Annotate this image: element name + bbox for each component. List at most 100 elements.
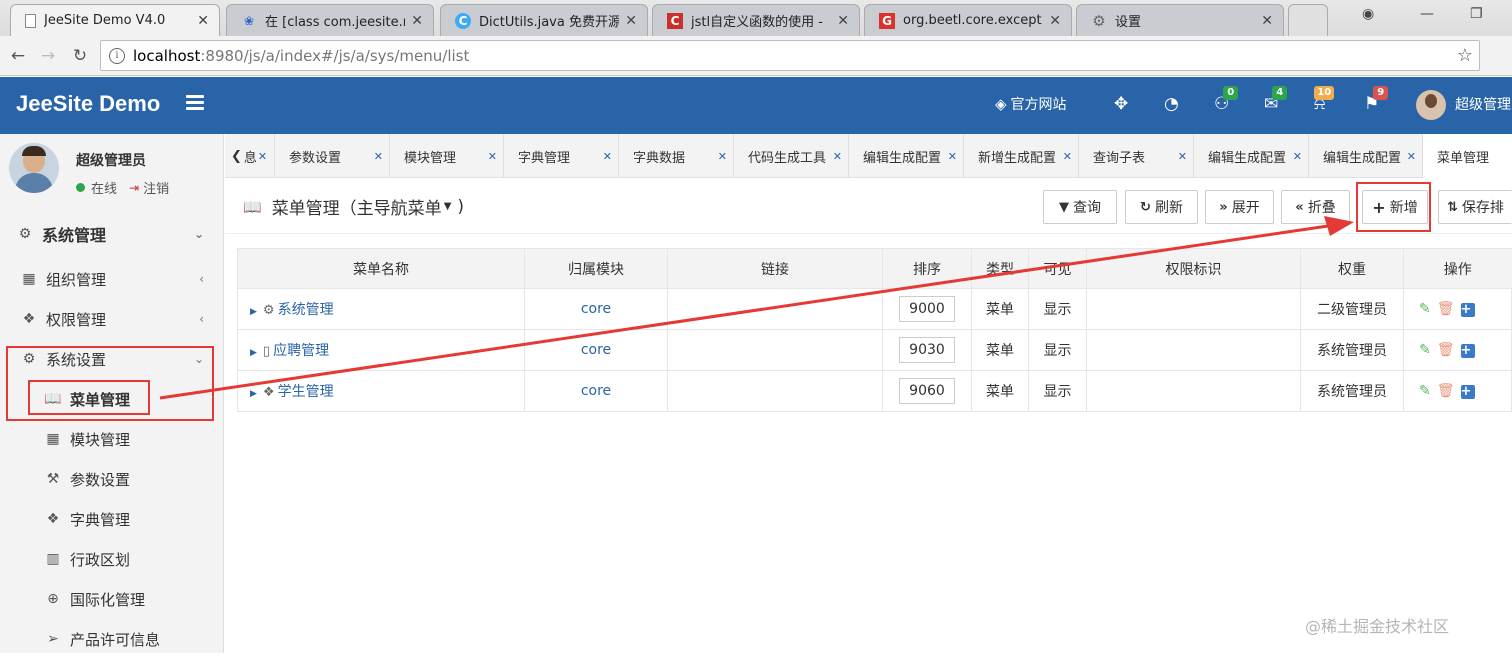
menu-name-link[interactable]: 系统管理 — [278, 302, 334, 318]
forward-icon[interactable]: → — [36, 44, 60, 68]
menu-name-link[interactable]: 学生管理 — [278, 384, 334, 400]
menu-name-link[interactable]: 应聘管理 — [273, 343, 329, 359]
tab-edit-gen-config[interactable]: 编辑生成配置 ✕ — [849, 134, 964, 178]
restore-icon[interactable]: ❐ — [1470, 6, 1483, 22]
tab-edit-gen-config-3[interactable]: 编辑生成配置 ✕ — [1309, 134, 1423, 178]
close-icon[interactable]: ✕ — [374, 150, 383, 163]
menu-toggle-icon[interactable] — [186, 95, 204, 111]
delete-icon[interactable]: 🗑 — [1437, 342, 1455, 358]
add-child-icon[interactable]: + — [1460, 344, 1475, 358]
browser-tab-baidu[interactable]: ❀ 在 [class com.jeesite.m ✕ — [226, 4, 434, 36]
new-tab-button[interactable] — [1288, 4, 1328, 36]
column-header[interactable]: 菜单名称 — [237, 248, 525, 289]
header-avatar[interactable] — [1416, 90, 1446, 120]
sidebar-item-area[interactable]: ▥ 行政区划 — [0, 539, 224, 579]
column-header[interactable]: 排序 — [882, 248, 972, 289]
browser-tab-beetl[interactable]: G org.beetl.core.except ✕ — [864, 4, 1072, 36]
delete-icon[interactable]: 🗑 — [1437, 383, 1455, 399]
tab-query-subtable[interactable]: 查询子表 ✕ — [1079, 134, 1194, 178]
column-header[interactable]: 可见 — [1028, 248, 1087, 289]
sidebar-item-module-management[interactable]: ▦ 模块管理 — [0, 419, 224, 459]
caret-down-icon[interactable]: ▼ — [444, 201, 452, 212]
close-icon[interactable]: ✕ — [197, 13, 209, 29]
refresh-button[interactable]: ↻ 刷新 — [1125, 190, 1198, 224]
info-icon[interactable]: i — [109, 47, 125, 64]
sort-input[interactable] — [899, 378, 955, 404]
column-header[interactable]: 权限标识 — [1086, 248, 1301, 289]
close-icon[interactable]: ✕ — [411, 13, 423, 29]
add-child-icon[interactable]: + — [1460, 303, 1475, 317]
collapse-button[interactable]: « 折叠 — [1281, 190, 1350, 224]
user-profile-icon[interactable]: ◉ — [1362, 6, 1374, 22]
sort-input[interactable] — [899, 337, 955, 363]
tab-dict-data[interactable]: 字典数据 ✕ — [619, 134, 734, 178]
close-icon[interactable]: ✕ — [1178, 150, 1187, 163]
tab-dict-management[interactable]: 字典管理 ✕ — [504, 134, 619, 178]
close-icon[interactable]: ✕ — [488, 150, 497, 163]
edit-icon[interactable]: ✎ — [1419, 383, 1431, 399]
browser-tab-jstl[interactable]: C jstl自定义函数的使用 - ✕ — [652, 4, 860, 36]
browser-tab-dictutils[interactable]: C DictUtils.java 免费开源 ✕ — [440, 4, 648, 36]
bookmark-star-icon[interactable]: ☆ — [1457, 45, 1473, 66]
table-row[interactable]: ▶ ⚙系统管理 core 菜单 显示 二级管理员 ✎ 🗑 + — [237, 288, 1512, 330]
sidebar-item-dict-management[interactable]: ❖ 字典管理 — [0, 499, 224, 539]
brand-title[interactable]: JeeSite Demo — [16, 91, 160, 117]
sidebar-item-org-management[interactable]: ▦ 组织管理 ‹ — [0, 259, 224, 299]
sidebar-item-system-management[interactable]: ⚙ 系统管理 ⌄ — [0, 214, 224, 254]
back-icon[interactable]: ← — [6, 44, 30, 68]
close-icon[interactable]: ✕ — [1049, 13, 1061, 29]
expand-triangle-icon[interactable]: ▶ — [250, 348, 257, 358]
close-icon[interactable]: ✕ — [718, 150, 727, 163]
tab-edit-gen-config-2[interactable]: 编辑生成配置 ✕ — [1194, 134, 1309, 178]
column-header[interactable]: 类型 — [971, 248, 1029, 289]
sidebar-item-i18n[interactable]: ⊕ 国际化管理 — [0, 579, 224, 619]
sort-input[interactable] — [899, 296, 955, 322]
minimize-icon[interactable]: — — [1420, 6, 1434, 22]
bell-icon[interactable]: ⍾ 10 — [1314, 86, 1335, 114]
expand-triangle-icon[interactable]: ▶ — [250, 389, 257, 399]
close-icon[interactable]: ✕ — [258, 150, 267, 163]
tab-codegen-tool[interactable]: 代码生成工具 ✕ — [734, 134, 849, 178]
column-header[interactable]: 归属模块 — [524, 248, 668, 289]
browser-tab-jeesite[interactable]: JeeSite Demo V4.0 ✕ — [10, 4, 220, 36]
official-site-link[interactable]: ◈ 官方网站 — [995, 94, 1067, 114]
tab-menu-management[interactable]: 菜单管理 — [1423, 134, 1512, 178]
table-row[interactable]: ▶ ▯应聘管理 core 菜单 显示 系统管理员 ✎ 🗑 + — [237, 329, 1512, 371]
column-header[interactable]: 权重 — [1300, 248, 1404, 289]
tab-param-settings[interactable]: 参数设置 ✕ — [275, 134, 390, 178]
close-icon[interactable]: ✕ — [1261, 13, 1273, 29]
close-icon[interactable]: ✕ — [948, 150, 957, 163]
logout-link[interactable]: 注销 — [143, 178, 169, 197]
sidebar-item-param-settings[interactable]: ⚒ 参数设置 — [0, 459, 224, 499]
table-row[interactable]: ▶ ❖学生管理 core 菜单 显示 系统管理员 ✎ 🗑 + — [237, 370, 1512, 412]
header-user-name[interactable]: 超级管理 — [1455, 94, 1511, 114]
edit-icon[interactable]: ✎ — [1419, 301, 1431, 317]
fullscreen-icon[interactable]: ✥ — [1114, 94, 1128, 114]
add-child-icon[interactable]: + — [1460, 385, 1475, 399]
tab-scroll-prev[interactable]: ❮ 息 ✕ — [225, 134, 275, 178]
sidebar-item-permission-management[interactable]: ❖ 权限管理 ‹ — [0, 299, 224, 339]
column-header[interactable]: 链接 — [667, 248, 883, 289]
tab-new-gen-config[interactable]: 新增生成配置 ✕ — [964, 134, 1079, 178]
close-icon[interactable]: ✕ — [625, 13, 637, 29]
close-icon[interactable]: ✕ — [837, 13, 849, 29]
browser-tab-settings[interactable]: ⚙ 设置 ✕ — [1076, 4, 1284, 36]
close-icon[interactable]: ✕ — [1293, 150, 1302, 163]
expand-triangle-icon[interactable]: ▶ — [250, 307, 257, 317]
delete-icon[interactable]: 🗑 — [1437, 301, 1455, 317]
close-icon[interactable]: ✕ — [1407, 150, 1416, 163]
close-icon[interactable]: ✕ — [1063, 150, 1072, 163]
edit-icon[interactable]: ✎ — [1419, 342, 1431, 358]
save-sort-button[interactable]: ⇅ 保存排 — [1438, 190, 1512, 224]
close-icon[interactable]: ✕ — [833, 150, 842, 163]
reload-icon[interactable]: ↻ — [68, 44, 92, 68]
dashboard-icon[interactable]: ◔ — [1164, 94, 1179, 114]
sidebar-item-license[interactable]: ➢ 产品许可信息 — [0, 619, 224, 659]
users-icon[interactable]: ⚇ 0 — [1214, 86, 1239, 114]
query-button[interactable]: ▼ 查询 — [1043, 190, 1117, 224]
mail-icon[interactable]: ✉ 4 — [1264, 86, 1288, 114]
url-input[interactable]: i localhost :8980/js/a/index#/js/a/sys/m… — [100, 40, 1480, 71]
close-icon[interactable]: ✕ — [603, 150, 612, 163]
expand-button[interactable]: » 展开 — [1205, 190, 1274, 224]
tab-module-management[interactable]: 模块管理 ✕ — [390, 134, 504, 178]
